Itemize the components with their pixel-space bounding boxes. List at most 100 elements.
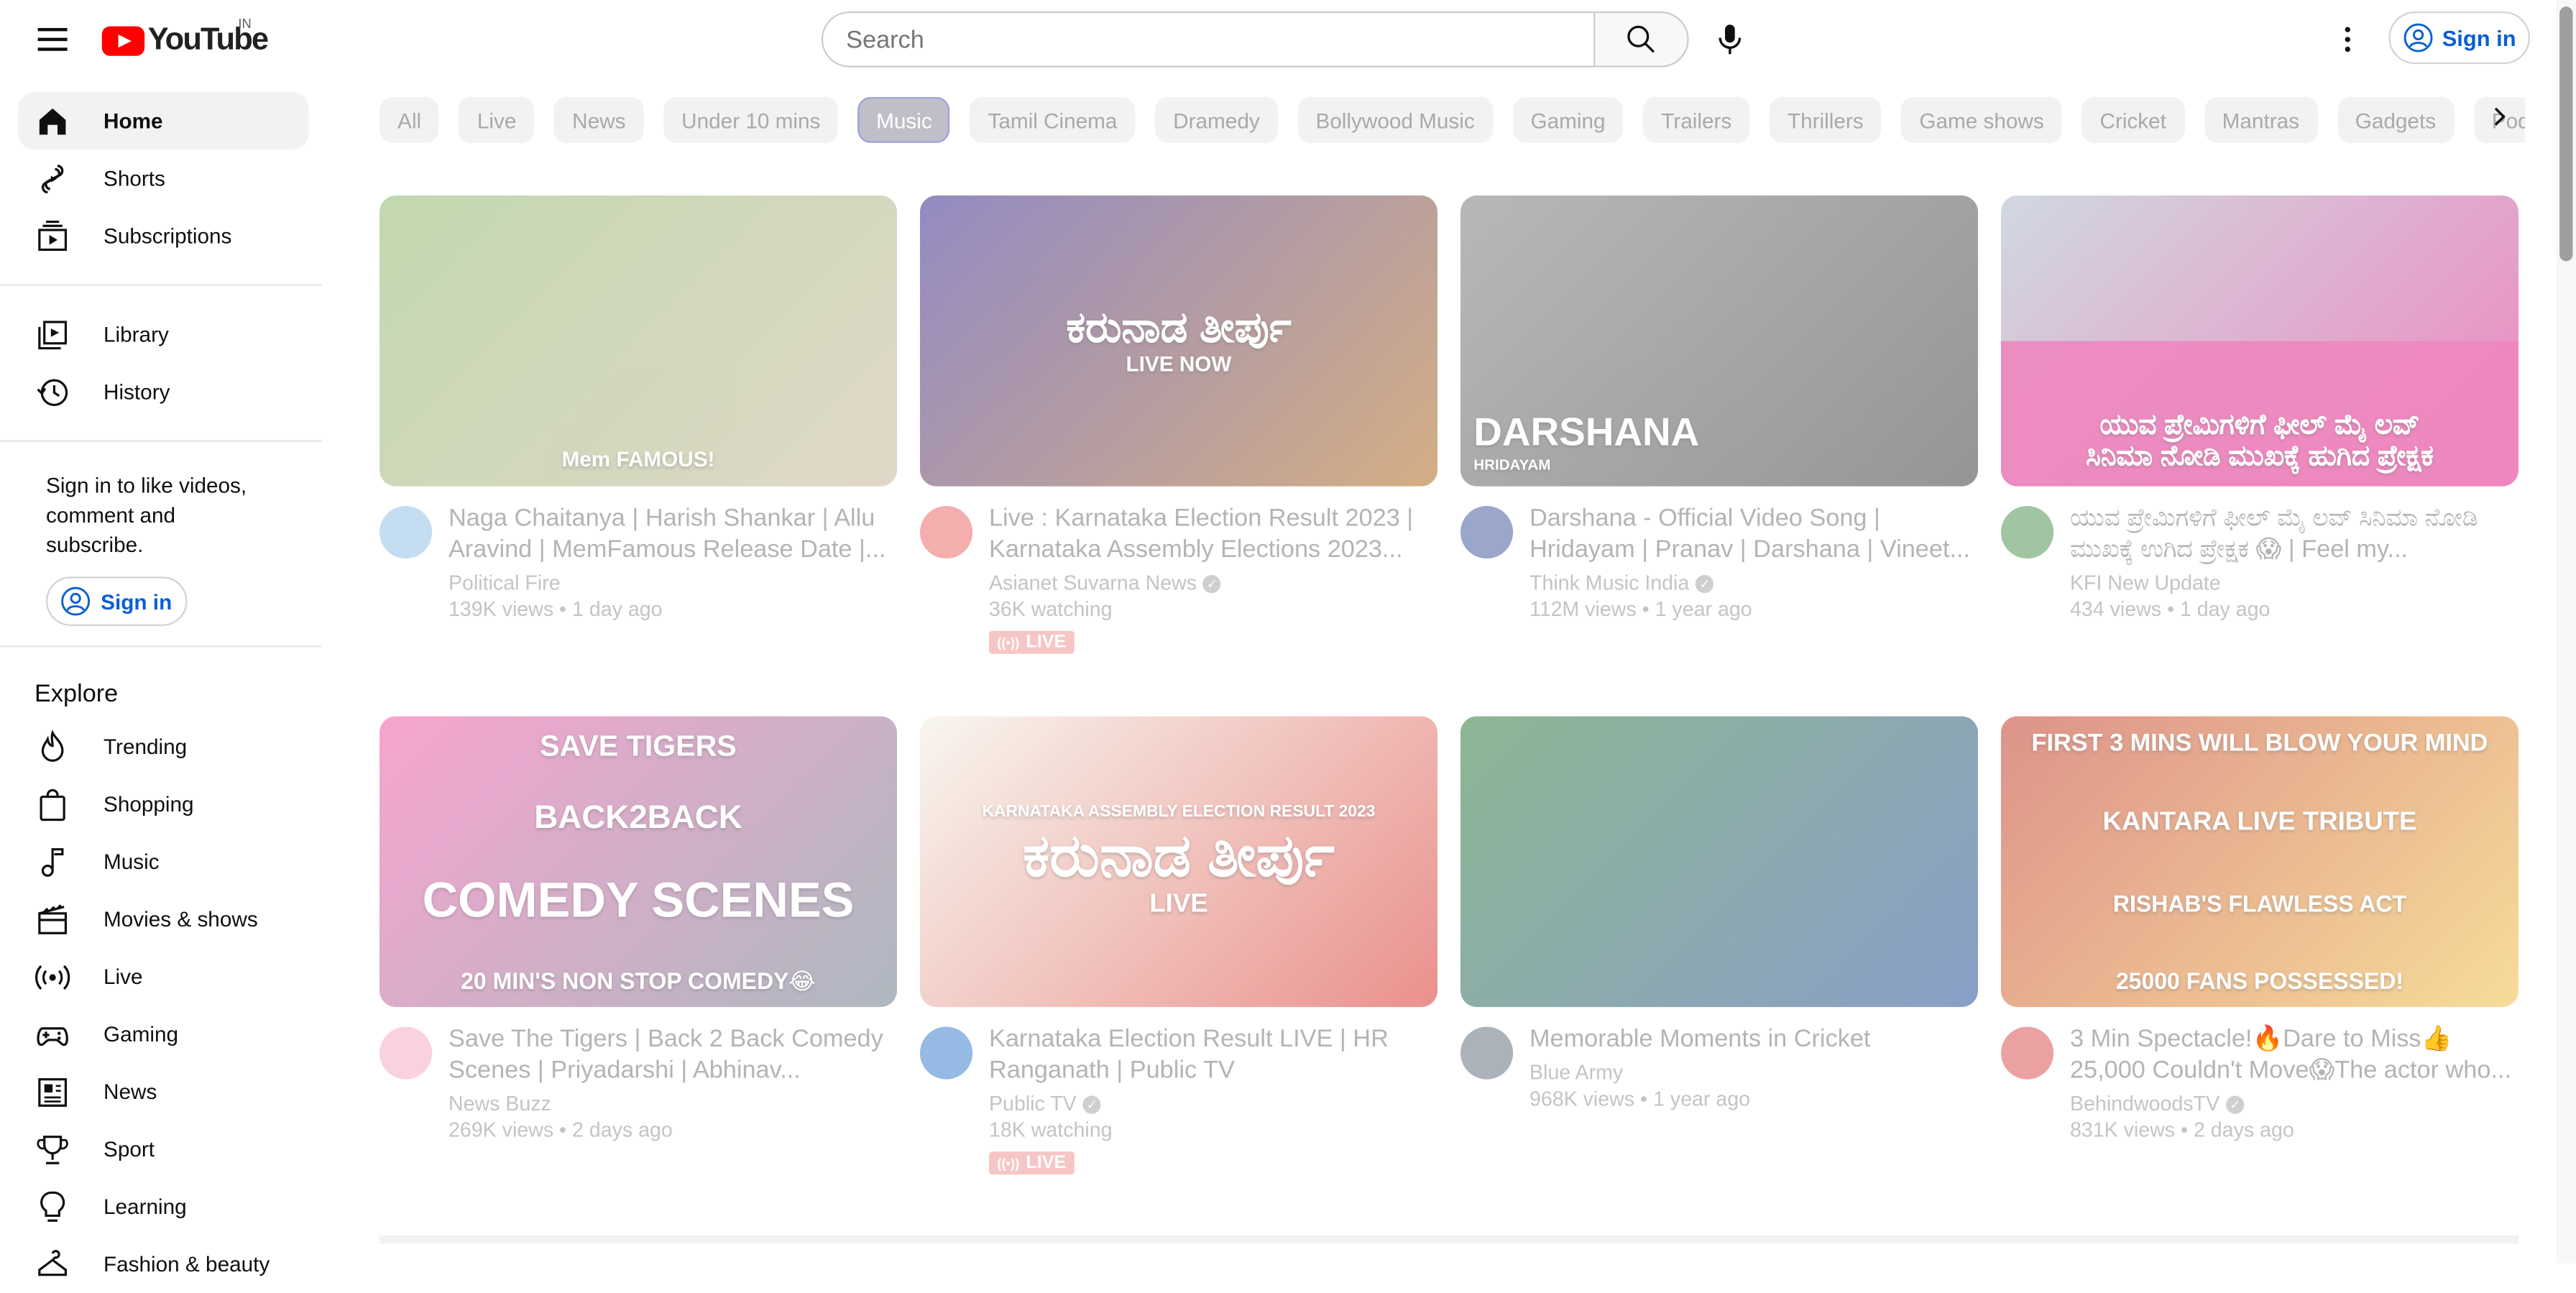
sidebar-item-live[interactable]: Live <box>18 948 309 1006</box>
voice-search-button[interactable] <box>1703 13 1756 65</box>
guide-menu-button[interactable] <box>27 13 79 65</box>
video-card[interactable]: FIRST 3 MINS WILL BLOW YOUR MIND KANTARA … <box>2000 716 2518 1188</box>
video-title[interactable]: 3 Min Spectacle!🔥Dare to Miss👍 25,000 Co… <box>2070 1023 2518 1086</box>
video-title[interactable]: Memorable Moments in Cricket <box>1530 1023 1978 1054</box>
channel-name[interactable]: Public TV <box>989 1092 1077 1115</box>
chip-bollywood-music[interactable]: Bollywood Music <box>1297 96 1493 143</box>
chip-thrillers[interactable]: Thrillers <box>1769 96 1882 143</box>
video-thumbnail[interactable]: SAVE TIGERS BACK2BACK COMEDY SCENES 20 MIN'… <box>379 716 897 1008</box>
sign-in-prompt: Sign in to like videos, comment and subs… <box>45 473 247 557</box>
channel-avatar[interactable] <box>379 1026 433 1080</box>
sidebar-item-label: History <box>103 379 170 405</box>
video-thumbnail[interactable]: ಕರುನಾಡ ತೀರ್ಪು LIVE NOW <box>919 195 1438 487</box>
history-icon <box>34 374 70 410</box>
video-title[interactable]: ಯುವ ಪ್ರೇಮಿಗಳಿಗೆ ಫೀಲ್ ಮೈ ಲವ್ ಸಿನಿಮಾ ನೋಡಿ … <box>2070 502 2518 565</box>
channel-avatar[interactable] <box>919 505 973 559</box>
account-icon <box>2403 23 2432 52</box>
channel-name[interactable]: Asianet Suvarna News <box>989 571 1197 594</box>
sidebar-sign-in-button[interactable]: Sign in <box>45 576 188 626</box>
sidebar-item-shopping[interactable]: Shopping <box>18 776 309 833</box>
sport-icon <box>34 1131 70 1167</box>
sidebar-item-learning[interactable]: Learning <box>18 1178 309 1236</box>
search-input[interactable] <box>821 11 1596 68</box>
scrollbar-thumb[interactable] <box>2559 6 2573 262</box>
sidebar-item-fashion-beauty[interactable]: Fashion & beauty <box>18 1236 309 1293</box>
video-title[interactable]: Naga Chaitanya | Harish Shankar | Allu A… <box>448 502 897 565</box>
video-title[interactable]: Live : Karnataka Election Result 2023 | … <box>989 502 1438 565</box>
video-thumbnail[interactable]: FIRST 3 MINS WILL BLOW YOUR MIND KANTARA … <box>2000 716 2518 1008</box>
channel-name[interactable]: Political Fire <box>448 571 561 594</box>
chip-mantras[interactable]: Mantras <box>2204 96 2318 143</box>
video-title[interactable]: Save The Tigers | Back 2 Back Comedy Sce… <box>448 1023 897 1086</box>
channel-name[interactable]: Think Music India <box>1530 571 1689 594</box>
channel-name[interactable]: BehindwoodsTV <box>2070 1092 2220 1115</box>
chip-news[interactable]: News <box>553 96 644 143</box>
video-card[interactable]: Mem FAMOUS! Naga Chaitanya | Harish Shank… <box>379 195 897 667</box>
sidebar-item-subscriptions[interactable]: Subscriptions <box>18 207 309 264</box>
sign-in-button[interactable]: Sign in <box>2388 11 2530 65</box>
sidebar-item-shorts[interactable]: Shorts <box>18 149 309 207</box>
chip-under-10-mins[interactable]: Under 10 mins <box>663 96 839 143</box>
sidebar-item-library[interactable]: Library <box>18 305 309 363</box>
thumbnail-text: ಕರುನಾಡ ತೀರ್ಪು <box>1066 302 1292 352</box>
video-meta: Karnataka Election Result LIVE | HR Rang… <box>919 1023 1438 1188</box>
verified-check-icon: ✓ <box>2226 1095 2245 1113</box>
channel-name[interactable]: KFI New Update <box>2070 571 2221 594</box>
channel-avatar[interactable] <box>379 505 433 559</box>
chip-tamil-cinema[interactable]: Tamil Cinema <box>970 96 1136 143</box>
sidebar-item-music[interactable]: Music <box>18 833 309 891</box>
video-meta: Save The Tigers | Back 2 Back Comedy Sce… <box>379 1023 897 1188</box>
video-card[interactable]: KARNATAKA ASSEMBLY ELECTION RESULT 2023 ಕ… <box>919 716 1438 1188</box>
channel-avatar[interactable] <box>1460 505 1514 559</box>
chip-cricket[interactable]: Cricket <box>2082 96 2185 143</box>
channel-avatar[interactable] <box>919 1026 973 1080</box>
channel-avatar[interactable] <box>2000 1026 2054 1080</box>
play-logo-icon <box>101 26 145 56</box>
chip-all[interactable]: All <box>379 96 440 143</box>
thumbnail-text: COMEDY SCENES <box>422 874 855 929</box>
video-card[interactable]: ಕರುನಾಡ ತೀರ್ಪು LIVE NOW Live : Karnataka El… <box>919 195 1438 667</box>
video-card[interactable]: SAVE TIGERS BACK2BACK COMEDY SCENES 20 MIN'… <box>379 716 897 1188</box>
video-thumbnail[interactable]: Mem FAMOUS! <box>379 195 897 487</box>
live-broadcast-icon: ((•)) <box>997 1155 1020 1171</box>
video-title[interactable]: Karnataka Election Result LIVE | HR Rang… <box>989 1023 1438 1086</box>
shorts-icon <box>34 160 70 196</box>
chip-game-shows[interactable]: Game shows <box>1901 96 2062 143</box>
search-button[interactable] <box>1595 11 1689 68</box>
more-vertical-icon <box>2345 27 2350 52</box>
sidebar-item-trending[interactable]: Trending <box>18 718 309 776</box>
video-card[interactable]: ಯುವ ಪ್ರೇಮಿಗಳಿಗೆ ಫೀಲ್ ಮೈ ಲವ್ ಸಿನಿಮಾ ನೋಡಿ ಮ… <box>2000 195 2518 667</box>
video-title[interactable]: Darshana - Official Video Song | Hridaya… <box>1530 502 1978 565</box>
chip-gadgets[interactable]: Gadgets <box>2337 96 2455 143</box>
chip-gaming[interactable]: Gaming <box>1512 96 1624 143</box>
sidebar-item-gaming[interactable]: Gaming <box>18 1006 309 1063</box>
video-thumbnail[interactable]: KARNATAKA ASSEMBLY ELECTION RESULT 2023 ಕ… <box>919 716 1438 1008</box>
sidebar-item-movies-shows[interactable]: Movies & shows <box>18 891 309 948</box>
channel-name[interactable]: News Buzz <box>448 1092 551 1115</box>
video-thumbnail[interactable]: DARSHANA HRIDAYAM <box>1460 195 1978 487</box>
chip-next-button[interactable] <box>2494 105 2507 134</box>
video-card[interactable]: Memorable Moments in Cricket Blue Army 968… <box>1460 716 1978 1188</box>
channel-name[interactable]: Blue Army <box>1530 1062 1623 1085</box>
chip-dramedy[interactable]: Dramedy <box>1155 96 1278 143</box>
live-badge-label: LIVE <box>1026 632 1067 653</box>
chip-trailers[interactable]: Trailers <box>1643 96 1750 143</box>
sidebar-item-home[interactable]: Home <box>18 91 309 149</box>
settings-menu-button[interactable] <box>2323 13 2373 65</box>
chip-music[interactable]: Music <box>857 96 950 143</box>
chip-live[interactable]: Live <box>459 96 535 143</box>
account-icon <box>61 586 91 616</box>
sidebar-item-news[interactable]: News <box>18 1063 309 1121</box>
youtube-logo[interactable]: YouTube IN <box>101 17 269 59</box>
video-stats: 269K views • 2 days ago <box>448 1118 673 1142</box>
video-thumbnail[interactable]: ಯುವ ಪ್ರೇಮಿಗಳಿಗೆ ಫೀಲ್ ಮೈ ಲವ್ ಸಿನಿಮಾ ನೋಡಿ ಮ… <box>2000 195 2518 487</box>
channel-avatar[interactable] <box>1460 1026 1514 1080</box>
sidebar-item-label: Subscriptions <box>103 223 232 249</box>
channel-avatar[interactable] <box>2000 505 2054 559</box>
video-thumbnail[interactable] <box>1460 716 1978 1008</box>
sidebar-item-sport[interactable]: Sport <box>18 1121 309 1178</box>
video-card[interactable]: DARSHANA HRIDAYAM Darshana - Official Vide… <box>1460 195 1978 667</box>
sidebar-item-history[interactable]: History <box>18 363 309 420</box>
thumbnail-text: BACK2BACK <box>534 799 742 837</box>
video-stats: 112M views • 1 year ago <box>1529 597 1752 621</box>
